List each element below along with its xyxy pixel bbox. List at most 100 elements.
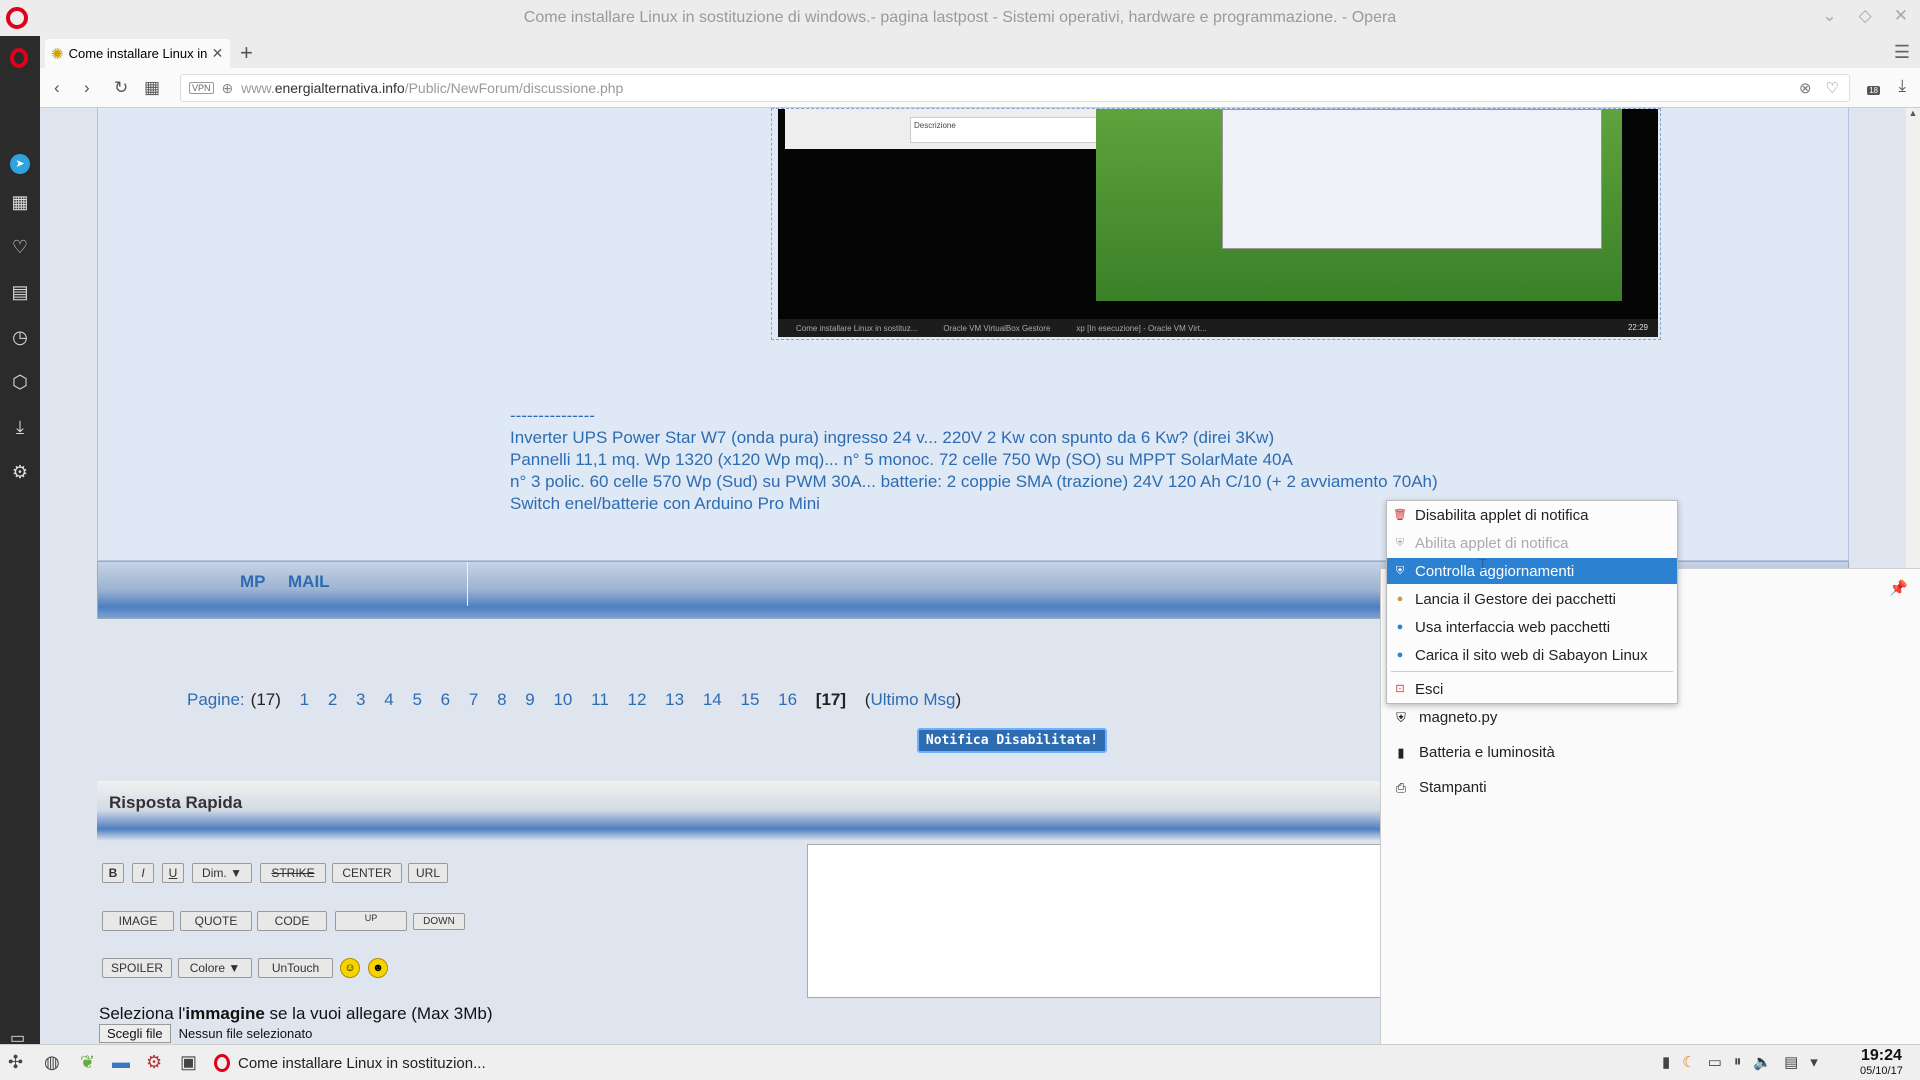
opera-logo-icon[interactable] xyxy=(6,7,28,29)
color-select[interactable]: Colore ▼ xyxy=(178,958,252,978)
page-link[interactable]: 15 xyxy=(740,690,759,709)
tabs-grid-icon[interactable]: ▦ xyxy=(144,78,160,98)
magneto-shield-icon: ⛨ xyxy=(1396,709,1406,725)
page-link[interactable]: 13 xyxy=(665,690,684,709)
media-pause-icon[interactable]: ⏸ xyxy=(1734,1053,1742,1071)
page-link[interactable]: 4 xyxy=(384,690,393,709)
file-manager-icon[interactable]: ▬ xyxy=(112,1052,130,1073)
page-link[interactable]: 12 xyxy=(628,690,647,709)
settings-gear-icon[interactable]: ⚙ xyxy=(0,462,40,483)
volume-icon[interactable]: 🔈 xyxy=(1753,1053,1772,1071)
page-link[interactable]: 16 xyxy=(778,690,797,709)
minimize-icon[interactable]: ⌄ xyxy=(1822,6,1836,26)
center-button[interactable]: CENTER xyxy=(332,863,402,883)
post-signature: --------------- Inverter UPS Power Star … xyxy=(510,405,1438,515)
back-icon[interactable]: ‹ xyxy=(54,78,60,98)
history-icon[interactable]: ◷ xyxy=(0,327,40,348)
opera-sidebar: ➤ ▦ ♡ ▤ ◷ ⬡ ⤓ ⚙ ▭ xyxy=(0,36,40,1047)
network-icon[interactable]: ▭ xyxy=(1708,1053,1722,1071)
system-settings-icon[interactable]: ⚙ xyxy=(146,1052,162,1073)
page-link[interactable]: 10 xyxy=(553,690,572,709)
close-tab-icon[interactable]: ✕ xyxy=(212,45,224,62)
post-screenshot-image[interactable]: Descrizione Come installare Linux in sos… xyxy=(771,108,1661,340)
page-link[interactable]: 9 xyxy=(525,690,534,709)
signature-separator: --------------- xyxy=(510,406,595,425)
menu-item-package-manager[interactable]: ● Lancia il Gestore dei pacchetti xyxy=(1387,586,1677,612)
page-link[interactable]: 5 xyxy=(412,690,421,709)
adblock-icon[interactable]: ⊗ xyxy=(1799,79,1812,97)
forward-icon[interactable]: › xyxy=(84,78,90,98)
extensions-icon[interactable]: ⬡ xyxy=(0,372,40,393)
tab-active[interactable]: ✺ Come installare Linux in sostituzione … xyxy=(45,39,230,68)
vm-task-1: Come installare Linux in sostituz... xyxy=(796,323,918,333)
clipboard-icon[interactable]: ▤ xyxy=(1784,1053,1798,1071)
down-button[interactable]: DOWN xyxy=(413,913,465,930)
menu-item-label: Lancia il Gestore dei pacchetti xyxy=(1415,590,1616,608)
page-link[interactable]: 14 xyxy=(703,690,722,709)
download-icon[interactable]: ⤓ xyxy=(1898,76,1906,96)
menu-item-disable-applet[interactable]: 🗑 Disabilita applet di notifica xyxy=(1387,502,1677,528)
mail-link[interactable]: MAIL xyxy=(288,572,330,592)
menu-item-sabayon-site[interactable]: ● Carica il sito web di Sabayon Linux xyxy=(1387,642,1677,668)
menu-item-web-packages[interactable]: ● Usa interfaccia web pacchetti xyxy=(1387,614,1677,640)
battery-tray-icon[interactable]: ▮ xyxy=(1662,1053,1670,1071)
page-link[interactable]: 11 xyxy=(591,690,609,709)
page-link[interactable]: 6 xyxy=(441,690,450,709)
underline-button[interactable]: U xyxy=(162,863,184,883)
terminal-icon[interactable]: ▣ xyxy=(180,1052,197,1073)
globe-icon: ● xyxy=(1396,621,1404,633)
mp-link[interactable]: MP xyxy=(240,572,266,592)
menu-item-check-updates[interactable]: ⛨ Controlla aggiornamenti xyxy=(1387,558,1677,584)
app-launcher-icon[interactable]: ✣ xyxy=(8,1052,23,1073)
size-select[interactable]: Dim. ▼ xyxy=(192,863,252,883)
up-button[interactable]: UP xyxy=(335,911,407,931)
page-link[interactable]: 7 xyxy=(469,690,478,709)
menu-item-enable-applet[interactable]: ⛨ Abilita applet di notifica xyxy=(1387,530,1677,556)
code-button[interactable]: CODE xyxy=(257,911,327,931)
tray-item-magneto[interactable]: ⛨ magneto.py xyxy=(1393,709,1497,726)
news-icon[interactable]: ▤ xyxy=(0,282,40,303)
untouch-button[interactable]: UnTouch xyxy=(258,958,333,978)
opera-menu-icon[interactable] xyxy=(10,48,28,68)
page-link[interactable]: 1 xyxy=(300,690,309,709)
page-link[interactable]: 8 xyxy=(497,690,506,709)
image-button[interactable]: IMAGE xyxy=(102,911,174,931)
maximize-icon[interactable]: ◇ xyxy=(1859,6,1872,26)
url-field[interactable]: VPN ⊕ www.energialternativa.info/Public/… xyxy=(180,74,1850,102)
night-mode-icon[interactable]: ☾ xyxy=(1682,1053,1695,1071)
page-link[interactable]: 3 xyxy=(356,690,365,709)
bookmark-heart-icon[interactable]: ♡ xyxy=(1826,79,1839,97)
telegram-icon[interactable]: ➤ xyxy=(10,154,30,174)
menu-item-label: Disabilita applet di notifica xyxy=(1415,506,1589,524)
choose-file-button[interactable]: Scegli file xyxy=(99,1024,171,1043)
smiley-icon[interactable]: ☺ xyxy=(340,958,360,978)
speed-dial-icon[interactable]: ▦ xyxy=(0,192,40,213)
close-window-icon[interactable]: ✕ xyxy=(1894,6,1908,26)
page-link[interactable]: 2 xyxy=(328,690,337,709)
italic-button[interactable]: I xyxy=(132,863,154,883)
last-message-link[interactable]: Ultimo Msg xyxy=(870,690,955,709)
reload-icon[interactable]: ↻ xyxy=(114,78,128,98)
menu-item-quit[interactable]: ⊡ Esci xyxy=(1387,676,1677,702)
bold-button[interactable]: B xyxy=(102,863,124,883)
spoiler-button[interactable]: SPOILER xyxy=(102,958,172,978)
notification-toggle-button[interactable]: Notifica Disabilitata! xyxy=(917,728,1107,753)
bookmarks-heart-icon[interactable]: ♡ xyxy=(0,237,40,258)
taskbar-opera-window[interactable]: Come installare Linux in sostituzion... xyxy=(214,1049,486,1077)
vpn-badge[interactable]: VPN xyxy=(189,82,214,94)
tray-expand-icon[interactable]: ▾ xyxy=(1810,1053,1818,1071)
tray-item-printers[interactable]: ⎙ Stampanti xyxy=(1393,779,1487,796)
clock[interactable]: 19:24 05/10/17 xyxy=(1860,1047,1903,1077)
tray-item-battery[interactable]: ▮ Batteria e luminosità xyxy=(1393,744,1554,761)
new-tab-icon[interactable]: + xyxy=(240,40,253,66)
attach-label: Seleziona l'immagine se la vuoi allegare… xyxy=(99,1004,493,1024)
tab-menu-icon[interactable]: ☰ xyxy=(1894,42,1910,63)
pin-icon[interactable]: 📌 xyxy=(1889,579,1908,597)
quote-button[interactable]: QUOTE xyxy=(180,911,252,931)
strike-button[interactable]: STRIKE xyxy=(260,863,326,883)
leaf-app-icon[interactable]: ❦ xyxy=(80,1052,95,1073)
downloads-icon[interactable]: ⤓ xyxy=(0,417,40,438)
browser-launcher-icon[interactable]: ◍ xyxy=(44,1052,60,1073)
emoticon-picker-icon[interactable]: ☻ xyxy=(368,958,388,978)
url-button[interactable]: URL xyxy=(408,863,448,883)
